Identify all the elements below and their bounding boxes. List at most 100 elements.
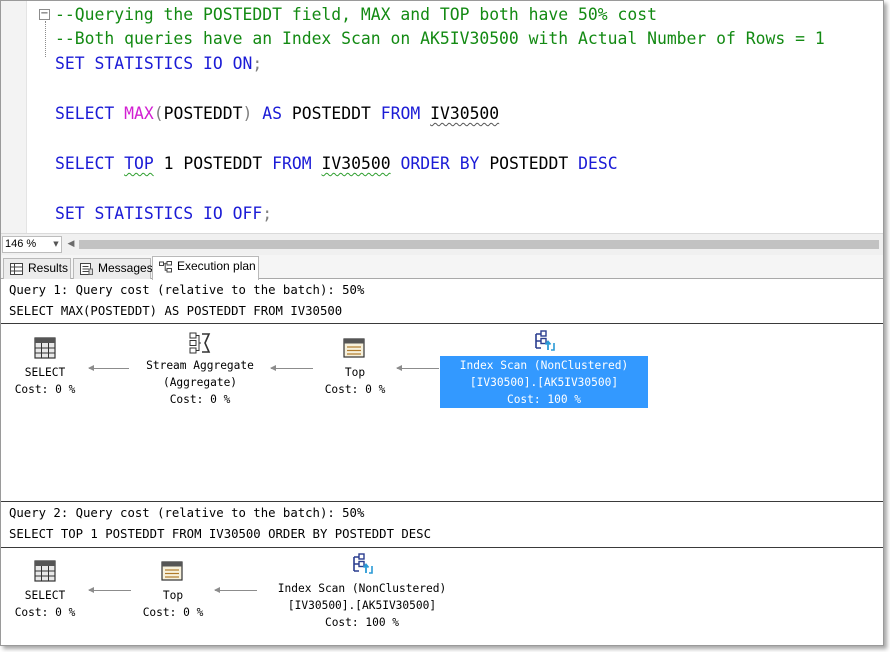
query2-statement: SELECT TOP 1 POSTEDDT FROM IV30500 ORDER…: [9, 527, 431, 541]
keyword: BY: [459, 154, 480, 173]
query2-cost-header: Query 2: Query cost (relative to the bat…: [9, 506, 365, 520]
column-name: POSTEDDT: [163, 104, 243, 123]
punctuation: ;: [262, 204, 273, 223]
tab-label: Messages: [98, 261, 153, 275]
tab-messages[interactable]: Messages: [73, 258, 153, 279]
node-name: Top: [344, 366, 366, 379]
node-name: SELECT: [24, 366, 66, 379]
keyword: SELECT: [55, 154, 115, 173]
node-object: [IV30500].[AK5IV30500]: [469, 376, 619, 389]
keyword: AS: [262, 104, 283, 123]
ssms-query-window: − --Querying the POSTEDDT field, MAX and…: [0, 0, 884, 646]
select-operator-icon: [34, 337, 56, 359]
execution-plan-pane: Query 1: Query cost (relative to the bat…: [1, 280, 883, 645]
punctuation: ): [242, 104, 253, 123]
code-line-set-statistics-on: SET STATISTICS IO ON;: [55, 54, 262, 74]
code-comment-line-2: --Both queries have an Index Scan on AK5…: [55, 29, 825, 48]
query2-divider: [1, 547, 883, 548]
horizontal-scrollbar[interactable]: [79, 240, 879, 249]
messages-icon: [80, 263, 93, 275]
tab-execution-plan[interactable]: Execution plan: [152, 256, 259, 280]
zoom-dropdown[interactable]: 146 % ▼: [2, 236, 62, 253]
plan-node-index-scan[interactable]: Index Scan (NonClustered) [IV30500].[AK5…: [439, 328, 649, 408]
node-cost: Cost: 100 %: [506, 393, 582, 406]
node-object: [IV30500].[AK5IV30500]: [287, 599, 437, 612]
plan-node-index-scan[interactable]: Index Scan (NonClustered) [IV30500].[AK5…: [257, 551, 467, 631]
sql-editor[interactable]: − --Querying the POSTEDDT field, MAX and…: [1, 1, 883, 233]
plan-flow-arrow: [270, 365, 313, 371]
punctuation: (: [153, 104, 164, 123]
number-literal: 1: [163, 154, 174, 173]
plan-flow-arrow: [88, 587, 131, 593]
node-name: Index Scan (NonClustered): [277, 582, 447, 595]
plan-flow-arrow: [88, 365, 129, 371]
column-name: POSTEDDT: [183, 154, 263, 173]
top-operator-icon: [161, 561, 183, 581]
query1-cost-header: Query 1: Query cost (relative to the bat…: [9, 283, 365, 297]
code-line-select-max: SELECT MAX(POSTEDDT) AS POSTEDDT FROM IV…: [55, 104, 499, 124]
node-name: Stream Aggregate: [146, 359, 254, 372]
top-operator-icon: [343, 338, 365, 358]
node-name: SELECT: [24, 589, 66, 602]
plan-node-select[interactable]: SELECT Cost: 0 %: [7, 335, 83, 405]
plan-node-top[interactable]: Top Cost: 0 %: [313, 335, 397, 405]
code-comment-line-1: --Querying the POSTEDDT field, MAX and T…: [55, 5, 657, 24]
keyword: STATISTICS: [94, 204, 194, 223]
index-scan-icon: [535, 330, 555, 351]
keyword: SET: [55, 54, 85, 73]
keyword: IO: [203, 54, 223, 73]
code-line-select-top: SELECT TOP 1 POSTEDDT FROM IV30500 ORDER…: [55, 154, 618, 174]
table-name: IV30500: [430, 104, 500, 123]
fold-guide: [45, 21, 46, 57]
query2-top-divider: [1, 501, 883, 502]
column-name: POSTEDDT: [489, 154, 569, 173]
index-scan-icon: [353, 553, 373, 574]
plan-node-select[interactable]: SELECT Cost: 0 %: [7, 558, 83, 628]
keyword: SET: [55, 204, 85, 223]
plan-node-stream-aggregate[interactable]: Stream Aggregate (Aggregate) Cost: 0 %: [131, 330, 269, 408]
keyword: OFF: [232, 204, 263, 223]
scrollbar-thumb[interactable]: [79, 240, 879, 249]
editor-zoom-bar: 146 % ▼ ◀: [1, 233, 883, 255]
keyword: FROM: [380, 104, 421, 123]
scroll-left-arrow-icon[interactable]: ◀: [65, 236, 77, 253]
tab-results[interactable]: Results: [3, 258, 71, 279]
keyword: ORDER: [400, 154, 450, 173]
plan-node-top[interactable]: Top Cost: 0 %: [131, 558, 215, 628]
collapse-region-icon[interactable]: −: [39, 9, 50, 20]
keyword: IO: [203, 204, 223, 223]
keyword: ON: [232, 54, 253, 73]
node-cost: Cost: 0 %: [169, 393, 231, 406]
keyword: SELECT: [55, 104, 115, 123]
editor-gutter: [1, 1, 27, 233]
execution-plan-icon: [159, 261, 172, 273]
zoom-value: 146 %: [5, 238, 37, 250]
punctuation: ;: [252, 54, 263, 73]
node-cost: Cost: 0 %: [324, 383, 386, 396]
node-name: Index Scan (NonClustered): [459, 359, 629, 372]
keyword: DESC: [578, 154, 618, 173]
plan-flow-arrow: [214, 587, 257, 593]
grid-icon: [10, 263, 23, 275]
node-cost: Cost: 0 %: [14, 606, 76, 619]
alias-name: POSTEDDT: [291, 104, 371, 123]
tab-label: Results: [28, 261, 69, 275]
node-subtype: (Aggregate): [162, 376, 238, 389]
keyword: TOP: [124, 154, 154, 173]
tab-label: Execution plan: [177, 259, 256, 273]
keyword: STATISTICS: [94, 54, 194, 73]
query1-divider: [1, 323, 883, 324]
query1-statement: SELECT MAX(POSTEDDT) AS POSTEDDT FROM IV…: [9, 304, 343, 318]
node-cost: Cost: 0 %: [14, 383, 76, 396]
stream-aggregate-icon: [189, 332, 211, 354]
code-line-set-statistics-off: SET STATISTICS IO OFF;: [55, 204, 272, 224]
node-name: Top: [162, 589, 184, 602]
keyword: FROM: [272, 154, 312, 173]
select-operator-icon: [34, 560, 56, 582]
node-cost: Cost: 100 %: [324, 616, 400, 629]
dropdown-arrow-icon[interactable]: ▼: [50, 237, 62, 252]
results-tab-strip: Results Messages Execution plan: [1, 255, 883, 280]
node-cost: Cost: 0 %: [142, 606, 204, 619]
function-name: MAX: [124, 104, 154, 123]
table-name: IV30500: [321, 154, 391, 173]
